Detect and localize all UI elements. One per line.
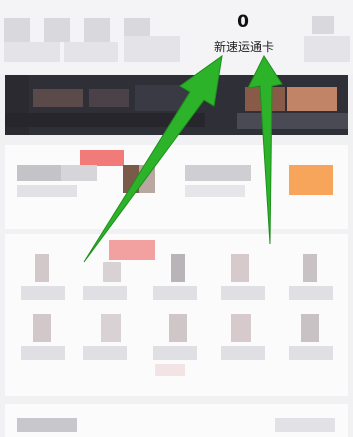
green-arrow-left (83, 54, 223, 263)
arrow-annotations (83, 54, 283, 263)
green-arrow-right (247, 54, 283, 245)
